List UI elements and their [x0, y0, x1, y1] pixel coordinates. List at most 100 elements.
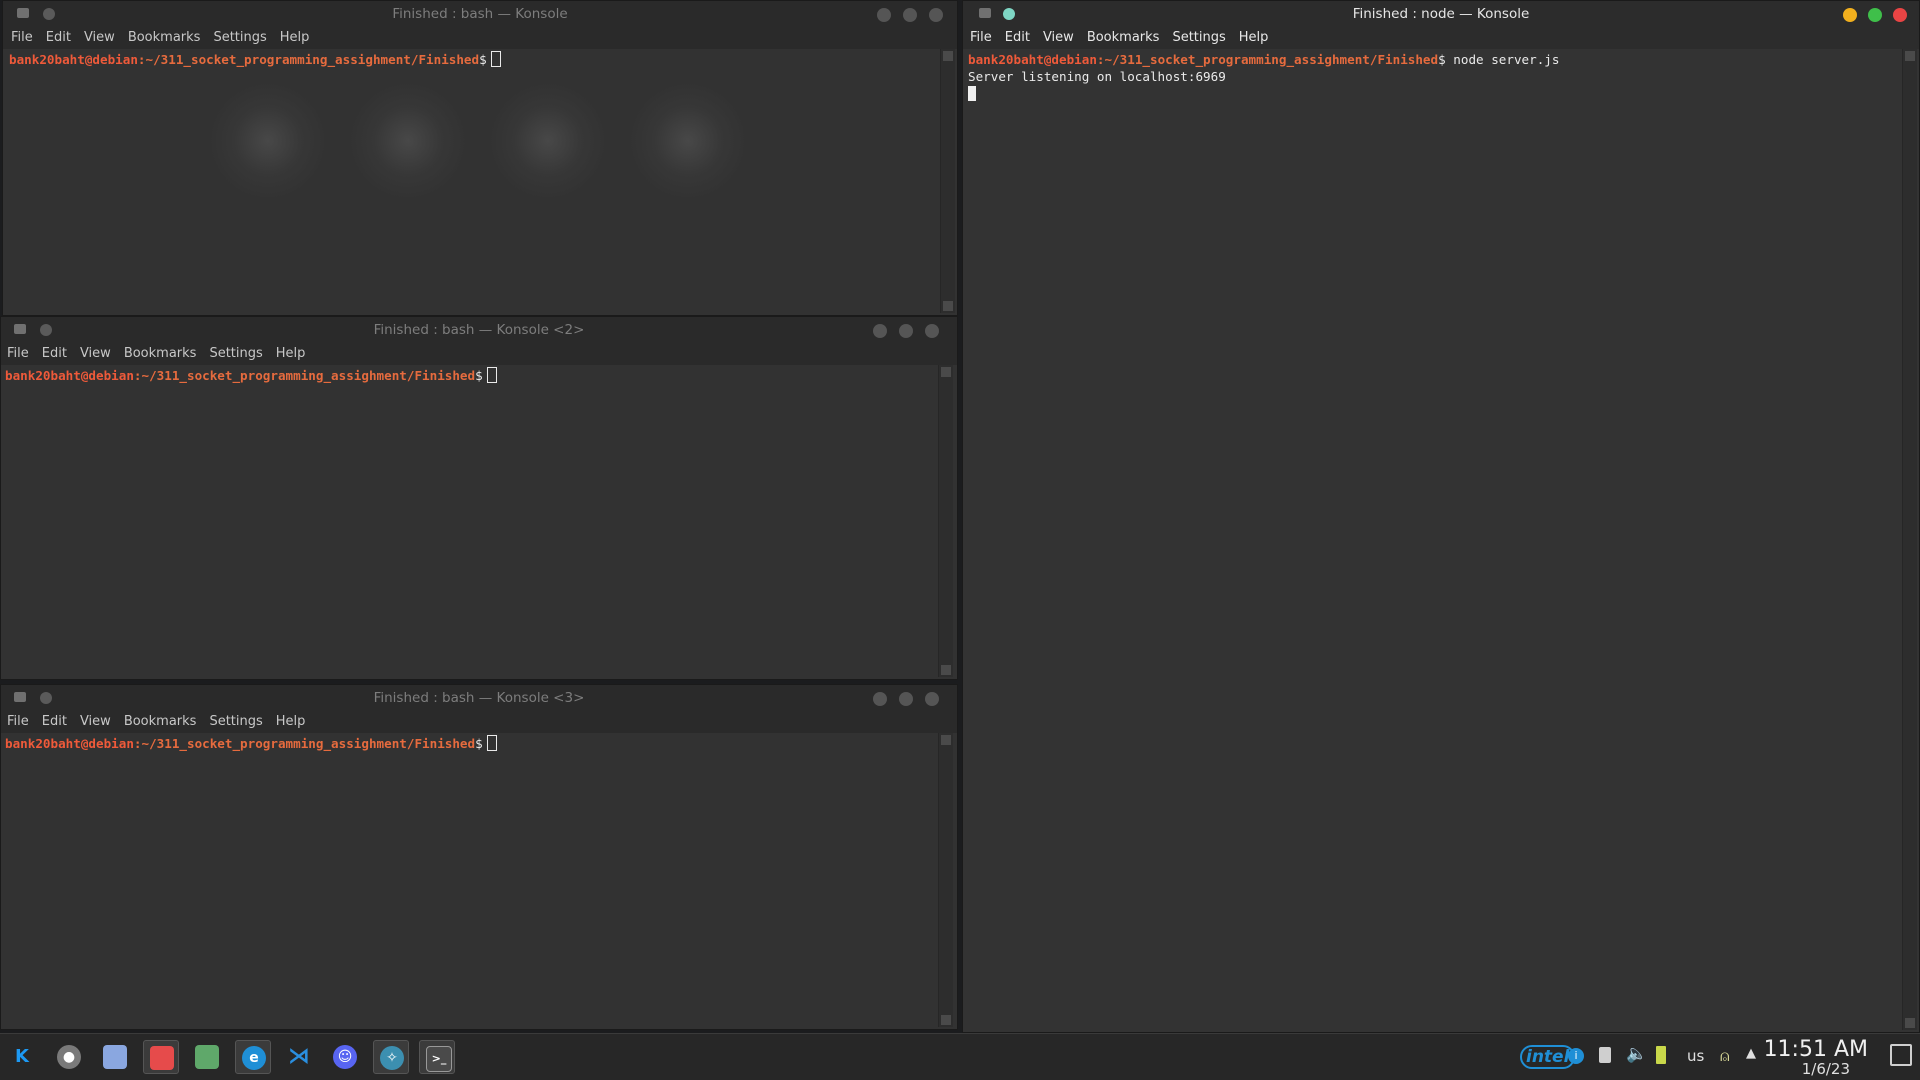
prompt-user: bank20baht@debian — [9, 52, 138, 67]
volume-icon[interactable]: 🔈 — [1626, 1044, 1647, 1064]
tray-expand-icon[interactable]: ▲ — [1746, 1046, 1756, 1061]
menubar: File Edit View Bookmarks Settings Help — [963, 27, 1919, 49]
konsole-window-node[interactable]: Finished : node — Konsole File Edit View Bo… — [962, 0, 1920, 1033]
scrollbar[interactable] — [940, 49, 955, 313]
scrollbar[interactable] — [938, 365, 953, 677]
maximize-button[interactable] — [899, 692, 913, 706]
maximize-button[interactable] — [903, 8, 917, 22]
maximize-button[interactable] — [1868, 8, 1882, 22]
konsole-icon[interactable]: >_ — [419, 1040, 455, 1074]
battery-icon[interactable] — [1656, 1046, 1666, 1064]
menu-help[interactable]: Help — [1239, 27, 1269, 49]
menu-settings[interactable]: Settings — [1172, 27, 1225, 49]
kde-connect-icon[interactable]: ✧ — [373, 1040, 409, 1074]
scroll-down-arrow[interactable] — [941, 1015, 951, 1025]
menu-bookmarks[interactable]: Bookmarks — [1087, 27, 1160, 49]
menu-view[interactable]: View — [80, 711, 111, 733]
terminal-area[interactable]: bank20baht@debian:~/311_socket_programmi… — [963, 49, 1901, 1032]
minimize-button[interactable] — [1843, 8, 1857, 22]
menu-help[interactable]: Help — [276, 711, 306, 733]
edge-browser-icon[interactable]: e — [235, 1040, 271, 1074]
close-button[interactable] — [929, 8, 943, 22]
menubar: File Edit View Bookmarks Settings Help — [1, 343, 957, 365]
window-title: Finished : bash — Konsole — [392, 6, 568, 22]
close-button[interactable] — [1893, 8, 1907, 22]
menu-view[interactable]: View — [80, 343, 111, 365]
titlebar[interactable]: Finished : node — Konsole — [963, 1, 1919, 27]
close-button[interactable] — [925, 692, 939, 706]
menu-edit[interactable]: Edit — [1005, 27, 1030, 49]
window-title: Finished : node — Konsole — [1352, 6, 1530, 22]
info-icon[interactable]: i — [1568, 1048, 1584, 1064]
menu-file[interactable]: File — [11, 27, 33, 49]
network-icon[interactable]: ⍝ — [1720, 1046, 1730, 1066]
server-output: Server listening on localhost:6969 — [968, 69, 1226, 84]
menu-help[interactable]: Help — [280, 27, 310, 49]
scroll-up-arrow[interactable] — [941, 735, 951, 745]
menu-view[interactable]: View — [84, 27, 115, 49]
menu-settings[interactable]: Settings — [213, 27, 266, 49]
clock-date[interactable]: 1/6/23 — [1802, 1060, 1850, 1078]
prompt-path: :~/311_socket_programming_assighment/Fin… — [133, 736, 476, 751]
prompt-user: bank20baht@debian — [5, 368, 134, 383]
menu-edit[interactable]: Edit — [46, 27, 71, 49]
minimize-button[interactable] — [873, 324, 887, 338]
text-cursor — [968, 86, 976, 101]
scrollbar[interactable] — [938, 733, 953, 1027]
prompt-symbol: $ — [1438, 52, 1446, 67]
prompt-path: :~/311_socket_programming_assighment/Fin… — [1096, 52, 1439, 67]
titlebar[interactable]: Finished : bash — Konsole <3> — [1, 685, 957, 711]
menu-settings[interactable]: Settings — [209, 343, 262, 365]
text-cursor — [490, 51, 501, 67]
text-cursor — [486, 367, 497, 383]
prompt-path: :~/311_socket_programming_assighment/Fin… — [137, 52, 480, 67]
menu-help[interactable]: Help — [276, 343, 306, 365]
konsole-window-3[interactable]: Finished : bash — Konsole <3> File Edit Vi… — [0, 684, 958, 1030]
close-button[interactable] — [925, 324, 939, 338]
scroll-up-arrow[interactable] — [943, 51, 953, 61]
kde-app-launcher-icon[interactable]: K — [4, 1040, 40, 1074]
menu-file[interactable]: File — [7, 711, 29, 733]
menu-file[interactable]: File — [970, 27, 992, 49]
vscode-icon[interactable]: ⋊ — [281, 1040, 317, 1074]
terminal-area[interactable]: bank20baht@debian:~/311_socket_programmi… — [1, 365, 939, 679]
scroll-up-arrow[interactable] — [941, 367, 951, 377]
discover-store-icon[interactable] — [97, 1040, 133, 1074]
prompt-symbol: $ — [479, 52, 487, 67]
menu-file[interactable]: File — [7, 343, 29, 365]
maximize-button[interactable] — [899, 324, 913, 338]
menu-view[interactable]: View — [1043, 27, 1074, 49]
terminal-green-icon[interactable] — [189, 1040, 225, 1074]
show-desktop-button[interactable] — [1890, 1044, 1912, 1066]
konsole-window-1[interactable]: Finished : bash — Konsole File Edit View Bo… — [2, 0, 958, 316]
menu-edit[interactable]: Edit — [42, 711, 67, 733]
window-title: Finished : bash — Konsole <2> — [373, 322, 585, 338]
terminal-area[interactable]: bank20baht@debian:~/311_socket_programmi… — [1, 733, 939, 1029]
titlebar[interactable]: Finished : bash — Konsole <2> — [1, 317, 957, 343]
scroll-down-arrow[interactable] — [943, 301, 953, 311]
minimize-button[interactable] — [877, 8, 891, 22]
discord-icon[interactable]: ☺ — [327, 1040, 363, 1074]
menu-bookmarks[interactable]: Bookmarks — [128, 27, 201, 49]
file-manager-icon[interactable] — [143, 1040, 179, 1074]
keyboard-layout-indicator[interactable]: us — [1687, 1047, 1704, 1065]
terminal-area[interactable]: bank20baht@debian:~/311_socket_programmi… — [3, 49, 939, 315]
settings-icon[interactable]: ● — [51, 1040, 87, 1074]
prompt-symbol: $ — [475, 736, 483, 751]
scrollbar[interactable] — [1902, 49, 1917, 1030]
menubar: File Edit View Bookmarks Settings Help — [3, 27, 957, 49]
scroll-down-arrow[interactable] — [1905, 1018, 1915, 1028]
clipboard-icon[interactable] — [1599, 1047, 1611, 1063]
titlebar[interactable]: Finished : bash — Konsole — [3, 1, 957, 27]
menu-bookmarks[interactable]: Bookmarks — [124, 711, 197, 733]
konsole-window-2[interactable]: Finished : bash — Konsole <2> File Edit Vi… — [0, 316, 958, 680]
scroll-down-arrow[interactable] — [941, 665, 951, 675]
menu-settings[interactable]: Settings — [209, 711, 262, 733]
minimize-button[interactable] — [873, 692, 887, 706]
clock-time[interactable]: 11:51 AM — [1764, 1037, 1868, 1062]
menu-edit[interactable]: Edit — [42, 343, 67, 365]
prompt-path: :~/311_socket_programming_assighment/Fin… — [133, 368, 476, 383]
command-line: bank20baht@debian:~/311_socket_programmi… — [968, 51, 1895, 68]
scroll-up-arrow[interactable] — [1905, 51, 1915, 61]
menu-bookmarks[interactable]: Bookmarks — [124, 343, 197, 365]
